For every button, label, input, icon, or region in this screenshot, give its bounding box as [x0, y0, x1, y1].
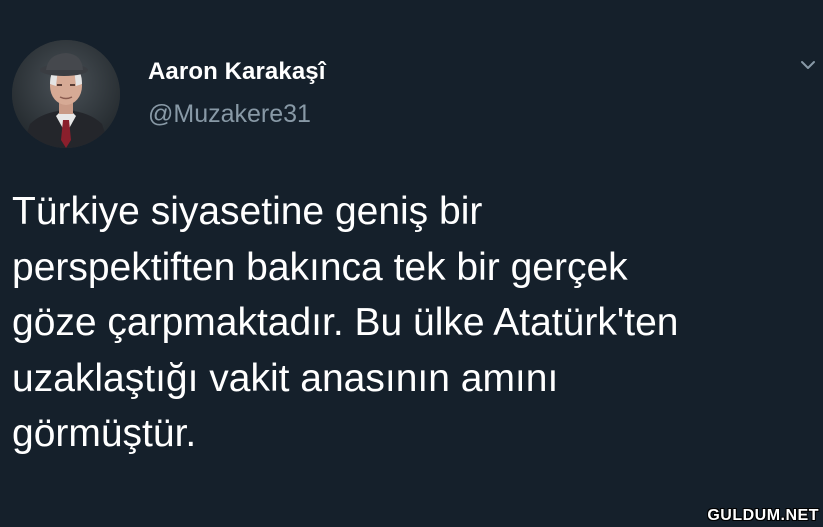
tweet-text: Türkiye siyasetine geniş bir perspektift…: [12, 184, 812, 462]
tweet-text-line: göze çarpmaktadır. Bu ülke Atatürk'ten: [12, 301, 679, 344]
watermark: GULDUM.NET: [707, 507, 819, 524]
tweet-text-line: uzaklaştığı vakit anasının amını: [12, 356, 559, 400]
tweet-text-line: görmüştür.: [12, 412, 197, 455]
avatar[interactable]: [12, 40, 120, 148]
author-handle[interactable]: @Muzakere31: [148, 100, 311, 129]
avatar-image: [12, 40, 120, 148]
author-display-name[interactable]: Aaron Karakaşî: [148, 58, 326, 86]
tweet-card: Aaron Karakaşî @Muzakere31 Türkiye siyas…: [0, 0, 823, 527]
tweet-text-line: Türkiye siyasetine geniş bir: [12, 190, 483, 233]
chevron-down-icon[interactable]: [799, 58, 817, 72]
tweet-text-line: perspektiften bakınca tek bir gerçek: [12, 245, 628, 289]
